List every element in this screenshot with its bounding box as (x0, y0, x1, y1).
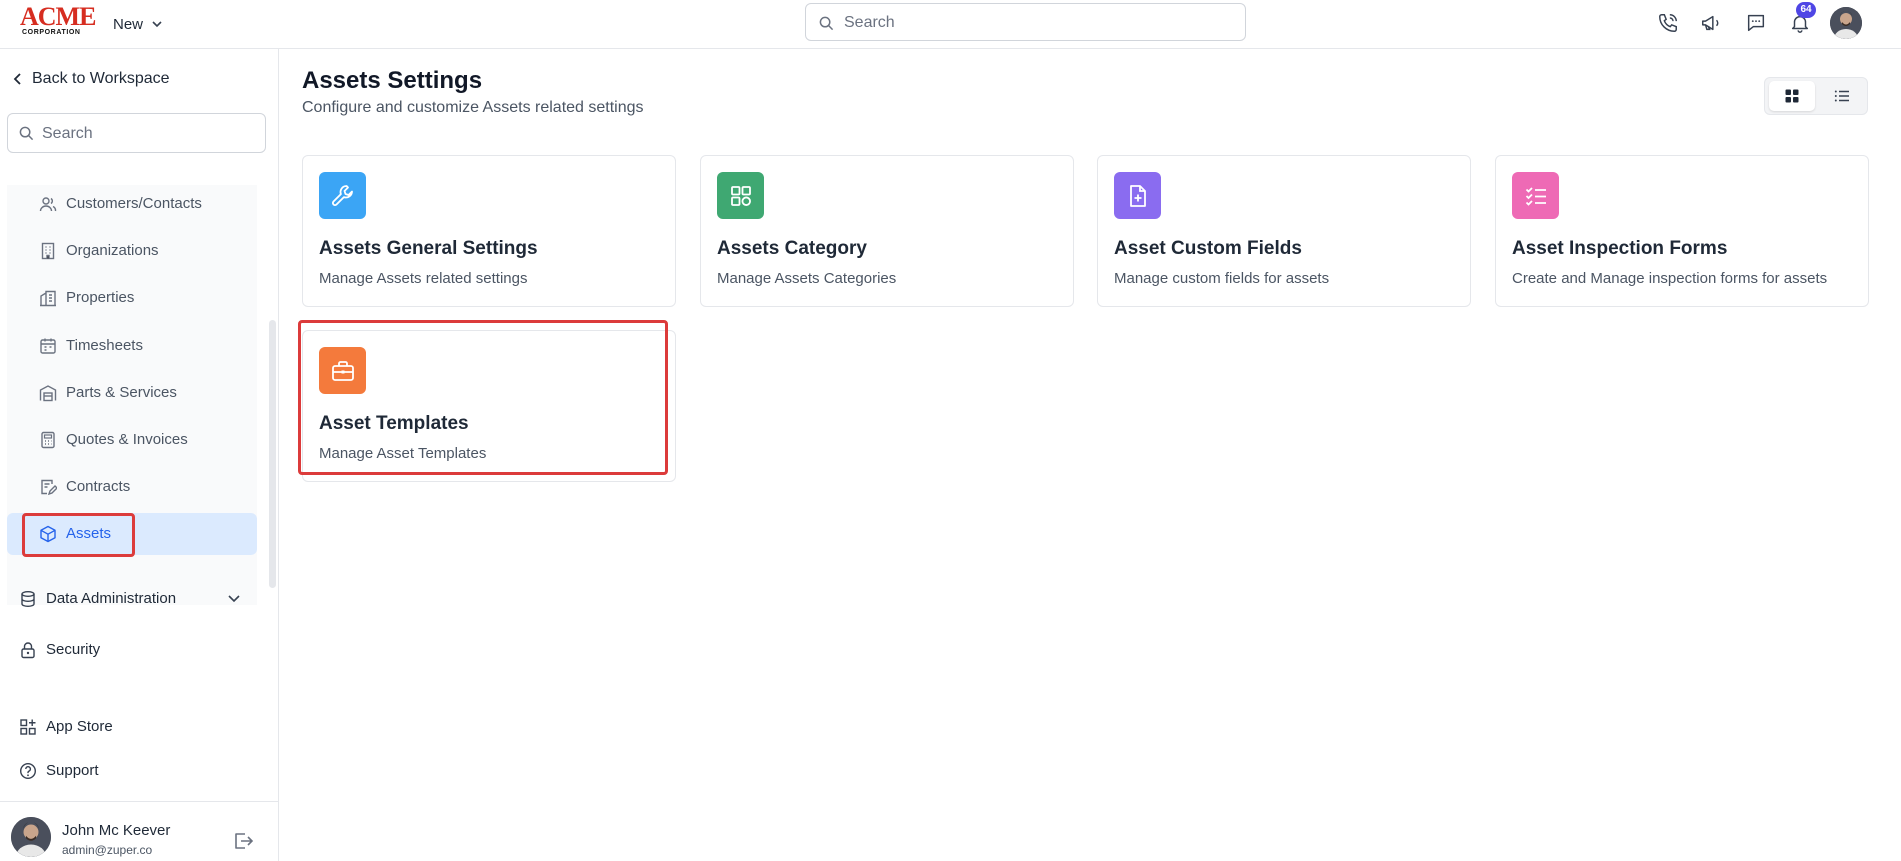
global-search[interactable] (805, 3, 1246, 41)
user-avatar[interactable] (1830, 7, 1862, 39)
category-icon (717, 172, 764, 219)
grid-view-button[interactable] (1769, 81, 1815, 111)
new-button-label: New (113, 15, 144, 33)
logo-text: ACME (20, 2, 96, 31)
user-name: John Mc Keever (62, 822, 171, 839)
list-icon (1834, 90, 1849, 102)
app-store-icon (19, 718, 37, 736)
card-description: Manage Assets Categories (717, 270, 897, 287)
property-icon (39, 289, 57, 307)
grid-icon (1785, 89, 1799, 103)
warehouse-icon (39, 384, 57, 402)
logout-icon[interactable] (232, 830, 254, 852)
sidebar: Back to Workspace Customers/Contacts Org… (0, 49, 279, 861)
wrench-icon (319, 172, 366, 219)
card-description: Create and Manage inspection forms for a… (1512, 270, 1828, 287)
calendar-icon (39, 337, 57, 355)
card-asset-custom-fields[interactable]: Asset Custom Fields Manage custom fields… (1097, 155, 1471, 307)
file-plus-icon (1114, 172, 1161, 219)
sidebar-section-label: Support (46, 762, 99, 779)
card-asset-templates[interactable]: Asset Templates Manage Asset Templates (302, 330, 676, 482)
help-icon (19, 762, 37, 780)
card-title: Asset Inspection Forms (1512, 238, 1728, 259)
sidebar-item-label: Properties (66, 289, 135, 306)
chevron-down-icon (228, 595, 240, 603)
chevron-down-icon (152, 21, 162, 28)
search-icon (819, 16, 834, 31)
sidebar-item-properties[interactable]: Properties (7, 277, 257, 319)
list-view-button[interactable] (1819, 81, 1865, 111)
sidebar-item-label: Timesheets (66, 337, 143, 354)
card-title: Assets General Settings (319, 238, 538, 259)
sidebar-item-timesheets[interactable]: Timesheets (7, 325, 257, 367)
sidebar-section-app-store[interactable]: App Store (0, 707, 278, 747)
sidebar-scrollbar[interactable] (269, 320, 276, 588)
sidebar-item-label: Organizations (66, 242, 159, 259)
sidebar-section-data-administration[interactable]: Data Administration (0, 579, 278, 619)
page-title: Assets Settings (302, 67, 483, 94)
sidebar-item-contracts[interactable]: Contracts (7, 466, 257, 508)
sidebar-item-label: Contracts (66, 478, 131, 495)
page-subtitle: Configure and customize Assets related s… (302, 99, 644, 116)
back-to-workspace-link[interactable]: Back to Workspace (12, 70, 170, 88)
chevron-left-icon (13, 73, 21, 85)
contract-icon (39, 478, 58, 496)
new-button[interactable]: New (113, 12, 163, 36)
sidebar-item-parts-services[interactable]: Parts & Services (7, 372, 257, 414)
checklist-icon (1512, 172, 1559, 219)
card-title: Asset Templates (319, 413, 469, 434)
sidebar-item-label: Quotes & Invoices (66, 431, 188, 448)
assets-highlight-box (22, 513, 135, 557)
megaphone-icon[interactable] (1698, 10, 1724, 36)
card-asset-inspection-forms[interactable]: Asset Inspection Forms Create and Manage… (1495, 155, 1869, 307)
card-assets-category[interactable]: Assets Category Manage Assets Categories (700, 155, 1074, 307)
sidebar-item-label: Customers/Contacts (66, 195, 202, 212)
card-description: Manage Asset Templates (319, 445, 487, 462)
briefcase-icon (319, 347, 366, 394)
sidebar-section-label: Data Administration (46, 590, 177, 607)
sidebar-item-organizations[interactable]: Organizations (7, 230, 257, 272)
global-search-input[interactable] (844, 12, 1234, 34)
sidebar-item-quotes-invoices[interactable]: Quotes & Invoices (7, 419, 257, 461)
chat-icon[interactable] (1743, 10, 1769, 36)
sidebar-section-label: Security (46, 641, 101, 658)
logo-subtext: CORPORATION (22, 29, 81, 36)
card-title: Assets Category (717, 238, 867, 259)
sidebar-search-input[interactable] (42, 123, 252, 145)
back-label: Back to Workspace (32, 70, 170, 87)
top-bar: ACME CORPORATION New 64 (0, 0, 1901, 49)
sidebar-item-customers-contacts[interactable]: Customers/Contacts (7, 183, 257, 225)
card-description: Manage custom fields for assets (1114, 270, 1330, 287)
lock-icon (19, 641, 37, 659)
card-description: Manage Assets related settings (319, 270, 528, 287)
acme-logo[interactable]: ACME CORPORATION (20, 2, 96, 37)
database-icon (19, 590, 37, 608)
sidebar-section-label: App Store (46, 718, 113, 735)
calculator-icon (39, 431, 57, 449)
avatar[interactable] (11, 817, 51, 857)
sidebar-section-support[interactable]: Support (0, 751, 278, 791)
card-assets-general-settings[interactable]: Assets General Settings Manage Assets re… (302, 155, 676, 307)
users-icon (39, 195, 57, 213)
card-title: Asset Custom Fields (1114, 238, 1302, 259)
phone-icon[interactable] (1655, 10, 1681, 36)
user-profile: John Mc Keever admin@zuper.co (0, 801, 278, 861)
search-icon (19, 126, 34, 141)
notification-badge: 64 (1796, 2, 1816, 18)
user-email: admin@zuper.co (62, 843, 153, 857)
sidebar-section-security[interactable]: Security (0, 630, 278, 670)
sidebar-search[interactable] (7, 113, 266, 153)
building-icon (39, 242, 57, 260)
view-toggle (1764, 77, 1868, 115)
sidebar-item-label: Parts & Services (66, 384, 177, 401)
